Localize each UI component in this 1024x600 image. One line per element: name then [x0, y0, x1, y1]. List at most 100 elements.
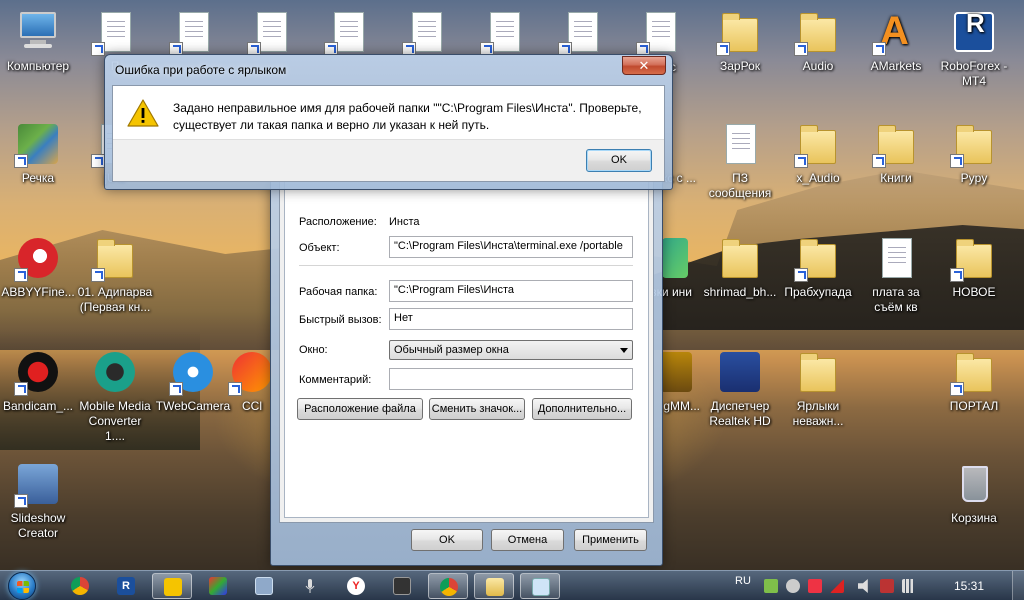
desktop-icon-recka[interactable]: Речка	[0, 122, 76, 186]
desktop-icon-label: shrimad_bh...	[703, 285, 777, 299]
shortcut-arrow-icon	[716, 42, 730, 56]
desktop-icon-doc-3[interactable]	[155, 10, 231, 59]
desktop-icon-knigi[interactable]: Книги	[858, 122, 934, 186]
taskbar: R Y RU 15:31	[0, 570, 1024, 600]
desktop-icon-label: ЗарРок	[720, 59, 760, 73]
dialog-body: Задано неправильное имя для рабочей папк…	[112, 85, 665, 182]
taskbar-app-media-player[interactable]	[152, 573, 192, 599]
desktop-icon-abbyy[interactable]: ABBYYFine...	[0, 236, 76, 300]
shortcut-tab-page: Расположение: Инста Объект: "C:\Program …	[284, 176, 649, 518]
desktop-icon-plata[interactable]: плата за съём кв	[858, 236, 934, 315]
window-size-select[interactable]: Обычный размер окна	[389, 340, 633, 360]
desktop-icon-roboforex[interactable]: R RoboForex - MT4	[936, 10, 1012, 89]
hotkey-field[interactable]: Нет	[389, 308, 633, 330]
comment-label: Комментарий:	[299, 374, 372, 386]
sync-tray-icon[interactable]	[786, 579, 800, 593]
shortcut-arrow-icon	[950, 268, 964, 282]
desktop-icon-yarlyki[interactable]: Ярлыки неважн...	[780, 350, 856, 429]
document-icon	[91, 10, 139, 56]
desktop-icon-bandicam[interactable]: Bandicam_...	[0, 350, 76, 414]
taskbar-app-video-editor[interactable]	[382, 573, 422, 599]
desktop-icon-doc-9[interactable]: с	[622, 10, 698, 74]
desktop-icon-slideshow[interactable]: Slideshow Creator	[0, 462, 76, 541]
window-size-value: Обычный размер окна	[394, 344, 509, 356]
network-signal-icon[interactable]	[902, 579, 916, 593]
abbyy-icon	[14, 236, 62, 282]
desktop-icon-doc-4[interactable]	[233, 10, 309, 59]
desktop-icon-realtek[interactable]: Диспетчер Realtek HD	[702, 350, 778, 429]
taskbar-app-yandex[interactable]: Y	[336, 573, 376, 599]
taskbar-app-notepad[interactable]	[520, 573, 560, 599]
desktop-icon-x-audio[interactable]: x_Audio	[780, 122, 856, 186]
desktop-icon-computer[interactable]: Компьютер	[0, 10, 76, 74]
advanced-button[interactable]: Дополнительно...	[532, 398, 632, 420]
desktop-icon-pypy[interactable]: Pypy	[936, 122, 1012, 186]
bandicam-icon	[14, 350, 62, 396]
paint-icon	[209, 577, 227, 595]
change-icon-button[interactable]: Сменить значок...	[429, 398, 525, 420]
desktop-icon-audio[interactable]: Audio	[780, 10, 856, 74]
desktop-icon-pz[interactable]: ПЗ сообщения	[702, 122, 778, 201]
shortcut-arrow-icon	[14, 154, 28, 168]
ccleaner-icon	[228, 350, 276, 396]
shortcut-error-dialog[interactable]: Ошибка при работе с ярлыком ✕ Задано неп…	[104, 54, 673, 190]
error-ok-button[interactable]: OK	[586, 149, 652, 172]
desktop-icon-prabhupada[interactable]: Прабхупада	[780, 236, 856, 300]
desktop-icon-doc-8[interactable]	[544, 10, 620, 59]
language-indicator[interactable]: RU	[735, 575, 751, 587]
desktop-icon-label: Речка	[21, 171, 55, 185]
desktop-icon-label: Audio	[802, 59, 834, 73]
file-location-button[interactable]: Расположение файла	[297, 398, 423, 420]
desktop-icon-shrimad[interactable]: shrimad_bh...	[702, 236, 778, 300]
document-icon	[247, 10, 295, 56]
desktop-icon-zarrok[interactable]: ЗарРок	[702, 10, 778, 74]
desktop-icon-doc-7[interactable]	[466, 10, 542, 59]
start-button[interactable]	[6, 571, 42, 600]
chrome-icon	[440, 578, 458, 596]
desktop-icon-portal[interactable]: ПОРТАЛ	[936, 350, 1012, 414]
taskbar-app-calculator[interactable]	[244, 573, 284, 599]
desktop-icon-recycle-bin[interactable]: Корзина	[936, 462, 1012, 526]
workdir-field[interactable]: "C:\Program Files\Инста	[389, 280, 633, 302]
desktop-icon-doc-6[interactable]	[388, 10, 464, 59]
window-label: Окно:	[299, 344, 328, 356]
desktop-icon-doc-5[interactable]	[310, 10, 386, 59]
shortcut-properties-window[interactable]: Расположение: Инста Объект: "C:\Program …	[270, 160, 663, 566]
computer-icon	[14, 10, 62, 56]
warning-icon	[127, 99, 159, 127]
desktop-icon-twebcamera[interactable]: TWebCamera	[155, 350, 231, 414]
taskbar-app-explorer[interactable]	[474, 573, 514, 599]
flag-tray-icon[interactable]	[830, 579, 844, 593]
clock[interactable]: 15:31	[954, 579, 984, 593]
desktop-icon-adiparva[interactable]: 01. Адипарва (Первая кн...	[77, 236, 153, 315]
volume-icon[interactable]	[858, 579, 868, 593]
roboforex-icon: R	[117, 577, 135, 595]
taskbar-app-microphone[interactable]	[290, 573, 330, 599]
notepad-icon	[532, 578, 550, 596]
microphone-icon	[301, 577, 319, 595]
folder-icon	[716, 236, 764, 282]
cancel-button[interactable]: Отмена	[491, 529, 564, 551]
object-field[interactable]: "C:\Program Files\Инста\terminal.exe /po…	[389, 236, 633, 258]
taskbar-app-paint[interactable]	[198, 573, 238, 599]
desktop-icon-label: Ярлыки неважн...	[792, 399, 844, 428]
folder-icon	[872, 122, 920, 168]
desktop-icon-mobile-media[interactable]: Mobile Media Converter 1....	[77, 350, 153, 444]
desktop-icon-amarkets[interactable]: A AMarkets	[858, 10, 934, 74]
comment-field[interactable]	[389, 368, 633, 390]
desktop-icon-novoe[interactable]: НОВОЕ	[936, 236, 1012, 300]
close-button[interactable]: ✕	[622, 56, 666, 75]
ok-button[interactable]: OK	[411, 529, 483, 551]
shortcut-arrow-icon	[14, 268, 28, 282]
security-tray-icon[interactable]	[764, 579, 778, 593]
taskbar-app-chrome-2[interactable]	[428, 573, 468, 599]
antivirus-tray-icon[interactable]	[808, 579, 822, 593]
shortcut-arrow-icon	[14, 494, 28, 508]
folder-icon	[794, 10, 842, 56]
realtek-tray-icon[interactable]	[880, 579, 894, 593]
taskbar-app-chrome[interactable]	[60, 573, 100, 599]
folder-icon	[794, 350, 842, 396]
show-desktop-button[interactable]	[1012, 571, 1024, 600]
apply-button[interactable]: Применить	[574, 529, 647, 551]
taskbar-app-roboforex[interactable]: R	[106, 573, 146, 599]
